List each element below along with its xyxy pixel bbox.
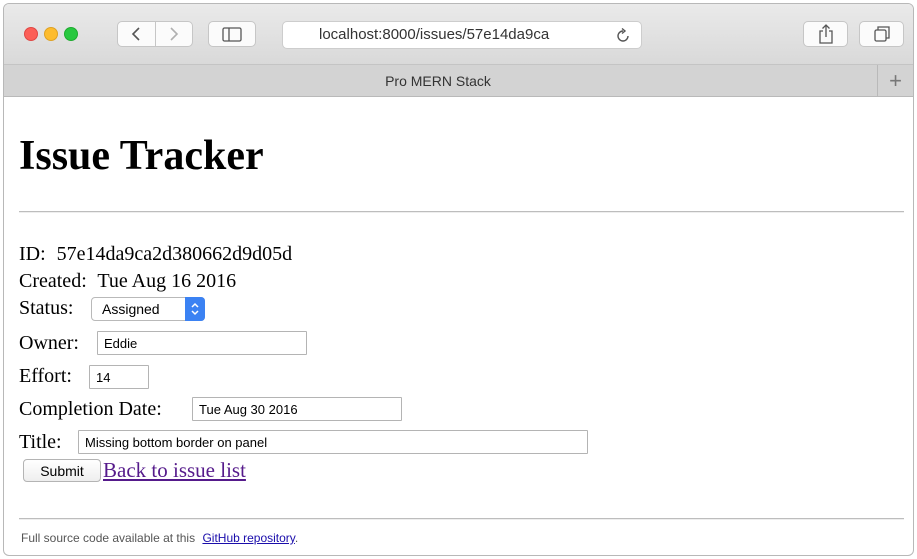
title-field[interactable] — [78, 430, 588, 454]
owner-label: Owner: — [19, 332, 79, 354]
status-label: Status: — [19, 297, 74, 319]
share-button[interactable] — [803, 21, 848, 47]
created-row: Created: Tue Aug 16 2016 — [19, 269, 236, 293]
sidebar-icon — [222, 26, 242, 42]
github-repository-link[interactable]: GitHub repository — [202, 531, 294, 545]
zoom-window-button[interactable] — [64, 27, 78, 41]
forward-button[interactable] — [155, 22, 192, 46]
chevron-right-icon — [170, 27, 178, 41]
back-to-issue-list-link[interactable]: Back to issue list — [103, 457, 246, 483]
chevron-left-icon — [132, 27, 140, 41]
minimize-window-button[interactable] — [44, 27, 58, 41]
status-select[interactable]: Assigned — [91, 297, 205, 321]
new-tab-button[interactable]: + — [877, 65, 913, 96]
submit-button[interactable]: Submit — [23, 459, 101, 482]
header-divider — [19, 211, 904, 213]
id-label: ID: — [19, 243, 46, 265]
back-button[interactable] — [118, 22, 155, 46]
select-arrows-icon — [185, 297, 205, 321]
tabs-overview-icon — [873, 26, 890, 42]
tab-pro-mern-stack[interactable]: Pro MERN Stack — [4, 65, 872, 96]
share-icon — [818, 24, 833, 44]
created-value: Tue Aug 16 2016 — [97, 270, 237, 292]
address-bar[interactable]: localhost:8000/issues/57e14da9ca — [282, 21, 642, 49]
created-label: Created: — [19, 270, 87, 292]
status-selected-value: Assigned — [102, 301, 160, 317]
tab-strip: Pro MERN Stack + — [4, 65, 913, 97]
completion-date-field[interactable] — [192, 397, 402, 421]
tab-title: Pro MERN Stack — [385, 72, 491, 89]
browser-window: localhost:8000/issues/57e14da9ca Pro MER… — [3, 3, 914, 556]
owner-field[interactable] — [97, 331, 307, 355]
url-text[interactable]: localhost:8000/issues/57e14da9ca — [319, 22, 609, 48]
sidebar-toggle-button[interactable] — [208, 21, 256, 47]
reload-icon[interactable] — [615, 28, 631, 44]
navigation-buttons — [117, 21, 193, 47]
footer-suffix: . — [294, 531, 299, 545]
id-value: 57e14da9ca2d380662d9d05d — [56, 243, 293, 265]
completion-date-label: Completion Date: — [19, 398, 162, 420]
browser-toolbar: localhost:8000/issues/57e14da9ca — [4, 4, 913, 65]
issue-id-row: ID: 57e14da9ca2d380662d9d05d — [19, 242, 292, 266]
footer-text: Full source code available at this — [21, 531, 196, 545]
footer-divider — [19, 518, 904, 520]
page-title: Issue Tracker — [19, 133, 264, 179]
title-label: Title: — [19, 431, 62, 453]
effort-label: Effort: — [19, 365, 72, 387]
tabs-overview-button[interactable] — [859, 21, 904, 47]
footer: Full source code available at this GitHu… — [21, 531, 298, 545]
close-window-button[interactable] — [24, 27, 38, 41]
effort-field[interactable] — [89, 365, 149, 389]
